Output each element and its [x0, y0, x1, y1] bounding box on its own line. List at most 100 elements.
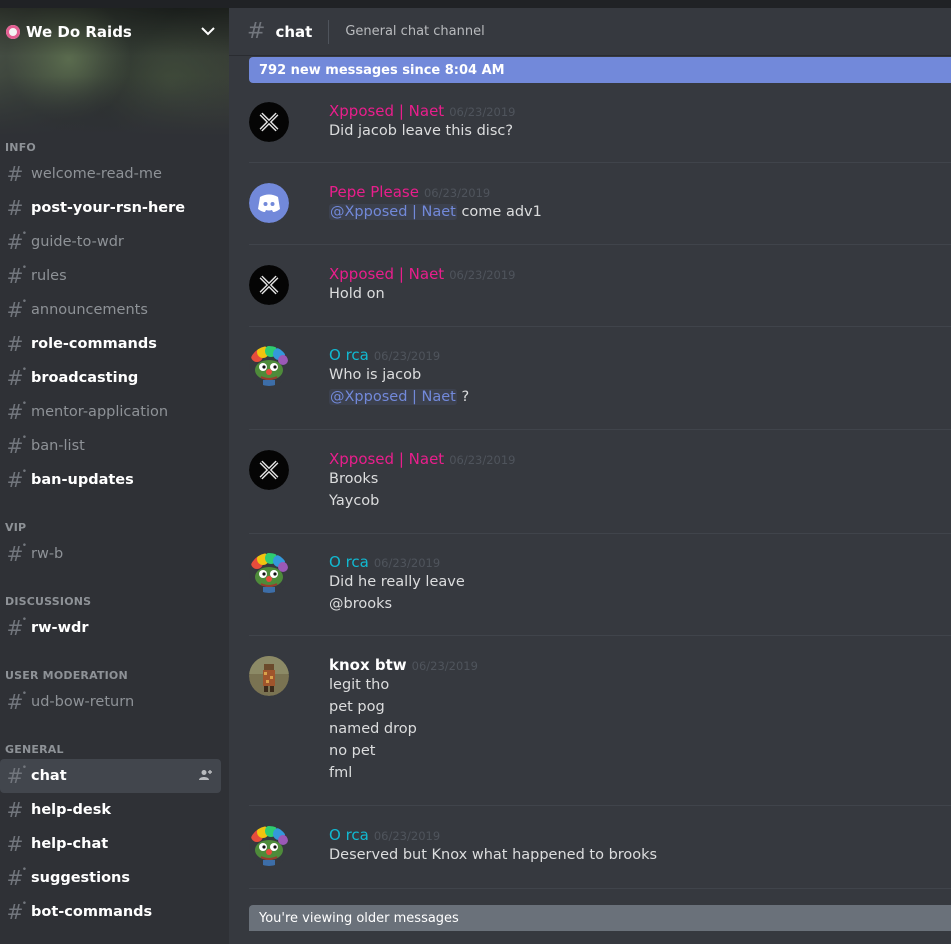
older-messages-bar[interactable]: You're viewing older messages [249, 905, 951, 931]
category-header[interactable]: GENERAL [0, 719, 229, 759]
author-name[interactable]: O rca [329, 346, 369, 364]
title-strip [0, 0, 951, 8]
message-timestamp: 06/23/2019 [449, 105, 516, 119]
message-timestamp: 06/23/2019 [373, 556, 441, 570]
hash-icon: # [6, 196, 24, 220]
message-group: Xpposed | Naet 06/23/2019 Brooks Yaycob [249, 436, 951, 534]
message-line: pet pog [329, 696, 951, 718]
message-line: Did he really leave [329, 571, 951, 593]
message-timestamp: 06/23/2019 [411, 659, 478, 673]
message-header: O rca 06/23/2019 [329, 346, 951, 364]
channel-ud-bow-return[interactable]: #ud-bow-return [0, 684, 221, 719]
locked-hash-icon: # [5, 758, 27, 786]
channel-post-your-rsn-here[interactable]: # post-your-rsn-here [0, 191, 221, 225]
locked-hash-icon: # [5, 428, 27, 456]
pepe-clown-avatar[interactable] [249, 826, 289, 866]
author-name[interactable]: knox btw [329, 656, 407, 674]
author-name[interactable]: O rca [329, 553, 369, 571]
channel-chat[interactable]: #chat [0, 758, 221, 793]
message-line: fml [329, 762, 951, 784]
channel-title: chat [275, 22, 313, 41]
author-name[interactable]: Xpposed | Naet [329, 450, 444, 468]
author-name[interactable]: Pepe Please [329, 183, 419, 201]
channel-label: suggestions [31, 870, 130, 886]
server-flower-icon [6, 25, 20, 39]
message-text: come adv1 [456, 204, 542, 220]
author-name[interactable]: Xpposed | Naet [329, 102, 444, 120]
hash-icon: # [6, 332, 24, 356]
message-header: Pepe Please 06/23/2019 [329, 183, 951, 201]
channel-label: help-desk [31, 802, 112, 818]
user-mention[interactable]: @Xpposed | Naet [329, 204, 457, 220]
locked-hash-icon: # [5, 224, 27, 252]
message-line: Who is jacob [329, 364, 951, 386]
server-header[interactable]: We Do Raids [0, 8, 229, 56]
channel-rw-b[interactable]: #rw-b [0, 536, 221, 571]
channel-announcements[interactable]: #announcements [0, 292, 221, 327]
message-text: Hold on [329, 286, 385, 302]
channel-label: mentor-application [31, 404, 169, 420]
x-avatar[interactable] [249, 102, 289, 142]
channel-label: role-commands [31, 336, 157, 352]
channel-ban-updates[interactable]: #ban-updates [0, 462, 221, 497]
channel-mentor-application[interactable]: #mentor-application [0, 394, 221, 429]
message-line: Deserved but Knox what happened to brook… [329, 844, 951, 866]
locked-hash-icon: # [5, 258, 27, 286]
channel-help-desk[interactable]: # help-desk [0, 793, 221, 827]
message-group: Xpposed | Naet 06/23/2019 Did jacob leave … [249, 88, 951, 163]
channel-guide-to-wdr[interactable]: #guide-to-wdr [0, 224, 221, 259]
hash-icon: # [6, 832, 24, 856]
channel-label: ud-bow-return [31, 694, 135, 710]
locked-hash-icon: # [5, 684, 27, 712]
message-header: knox btw 06/23/2019 [329, 656, 951, 674]
create-invite-icon[interactable] [199, 769, 213, 784]
x-avatar[interactable] [249, 265, 289, 305]
message-group: knox btw 06/23/2019 legit tho pet pog named … [249, 642, 951, 806]
author-name[interactable]: Xpposed | Naet [329, 265, 444, 283]
channel-label: help-chat [31, 836, 109, 852]
message-text: Did jacob leave this disc? [329, 123, 514, 139]
channel-help-chat[interactable]: # help-chat [0, 827, 221, 861]
locked-hash-icon: # [5, 360, 27, 388]
channel-header: # chat General chat channel [229, 8, 951, 56]
channel-rules[interactable]: #rules [0, 258, 221, 293]
knox-avatar[interactable] [249, 656, 289, 696]
hash-icon: # [6, 798, 24, 822]
category-header[interactable]: USER MODERATION [0, 645, 229, 685]
message-group: Xpposed | Naet 06/23/2019 Hold on [249, 251, 951, 327]
message-line: @brooks [329, 593, 951, 615]
message-timestamp: 06/23/2019 [373, 829, 441, 843]
message-text: @brooks [329, 596, 393, 612]
locked-hash-icon: # [5, 462, 27, 490]
author-name[interactable]: O rca [329, 826, 369, 844]
message-header: Xpposed | Naet 06/23/2019 [329, 102, 951, 120]
channel-label: chat [31, 768, 67, 784]
category-header[interactable]: VIP [0, 497, 229, 537]
message-line: Hold on [329, 283, 951, 305]
x-avatar[interactable] [249, 450, 289, 490]
category-header[interactable]: INFO [0, 136, 229, 157]
channel-label: guide-to-wdr [31, 234, 124, 250]
chevron-down-icon[interactable] [201, 24, 215, 40]
channel-bot-commands[interactable]: #bot-commands [0, 894, 221, 929]
message-group: Pepe Please 06/23/2019 @Xpposed | Naet com… [249, 169, 951, 245]
message-timestamp: 06/23/2019 [449, 268, 516, 282]
channel-role-commands[interactable]: # role-commands [0, 327, 221, 361]
channel-broadcasting[interactable]: #broadcasting [0, 360, 221, 395]
channel-suggestions[interactable]: #suggestions [0, 860, 221, 895]
locked-hash-icon: # [5, 894, 27, 922]
message-text: Deserved but Knox what happened to brook… [329, 847, 658, 863]
channel-ban-list[interactable]: #ban-list [0, 428, 221, 463]
channel-label: post-your-rsn-here [31, 200, 186, 216]
category-header[interactable]: DISCUSSIONS [0, 571, 229, 611]
pepe-clown-avatar[interactable] [249, 553, 289, 593]
message-line: @Xpposed | Naet come adv1 [329, 201, 951, 223]
pepe-clown-avatar[interactable] [249, 346, 289, 386]
channel-rw-wdr[interactable]: #rw-wdr [0, 610, 221, 645]
new-messages-bar[interactable]: 792 new messages since 8:04 AM [249, 57, 951, 83]
discord-avatar[interactable] [249, 183, 289, 223]
user-mention[interactable]: @Xpposed | Naet [329, 389, 457, 405]
server-banner: We Do Raids [0, 8, 229, 136]
channel-welcome-read-me[interactable]: # welcome-read-me [0, 157, 221, 191]
hash-icon: # [6, 162, 24, 186]
